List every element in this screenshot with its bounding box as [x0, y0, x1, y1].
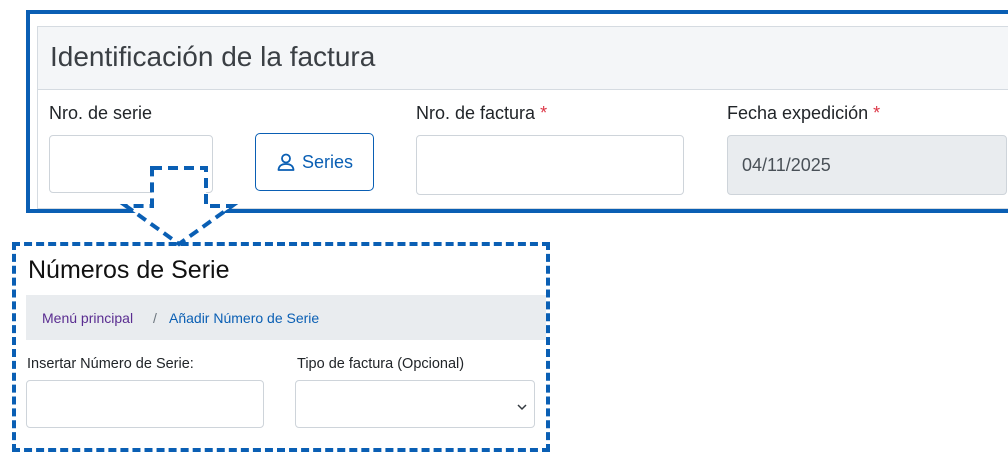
arrow-down-icon — [119, 166, 239, 247]
page-title: Números de Serie — [28, 256, 230, 284]
serial-number-label: Nro. de serie — [49, 103, 152, 124]
chevron-down-icon — [517, 398, 527, 416]
series-button-label: Series — [301, 151, 354, 172]
required-marker: * — [873, 103, 881, 123]
insert-serial-label: Insertar Número de Serie: — [27, 356, 194, 372]
issue-date-label: Fecha expedición * — [727, 103, 880, 124]
invoice-type-label: Tipo de factura (Opcional) — [297, 356, 465, 372]
breadcrumb: Menú principal / Añadir Número de Serie — [26, 295, 546, 340]
serial-number-label-text: Nro. de serie — [49, 103, 153, 123]
invoice-number-label: Nro. de factura * — [416, 103, 547, 124]
invoice-number-input[interactable] — [416, 135, 684, 195]
breadcrumb-home-link[interactable]: Menú principal — [42, 310, 133, 326]
card-header: Identificación de la factura — [38, 27, 1008, 90]
user-icon — [276, 152, 296, 172]
insert-serial-input[interactable] — [26, 380, 264, 428]
invoice-number-label-text: Nro. de factura — [416, 103, 536, 123]
issue-date-input[interactable] — [727, 135, 1007, 195]
required-marker: * — [540, 103, 548, 123]
issue-date-label-text: Fecha expedición — [727, 103, 869, 123]
breadcrumb-separator: / — [153, 310, 157, 326]
breadcrumb-current: Añadir Número de Serie — [169, 310, 320, 326]
series-button[interactable]: Series — [255, 133, 374, 191]
invoice-type-select[interactable] — [295, 380, 535, 428]
card-title: Identificación de la factura — [50, 41, 376, 72]
